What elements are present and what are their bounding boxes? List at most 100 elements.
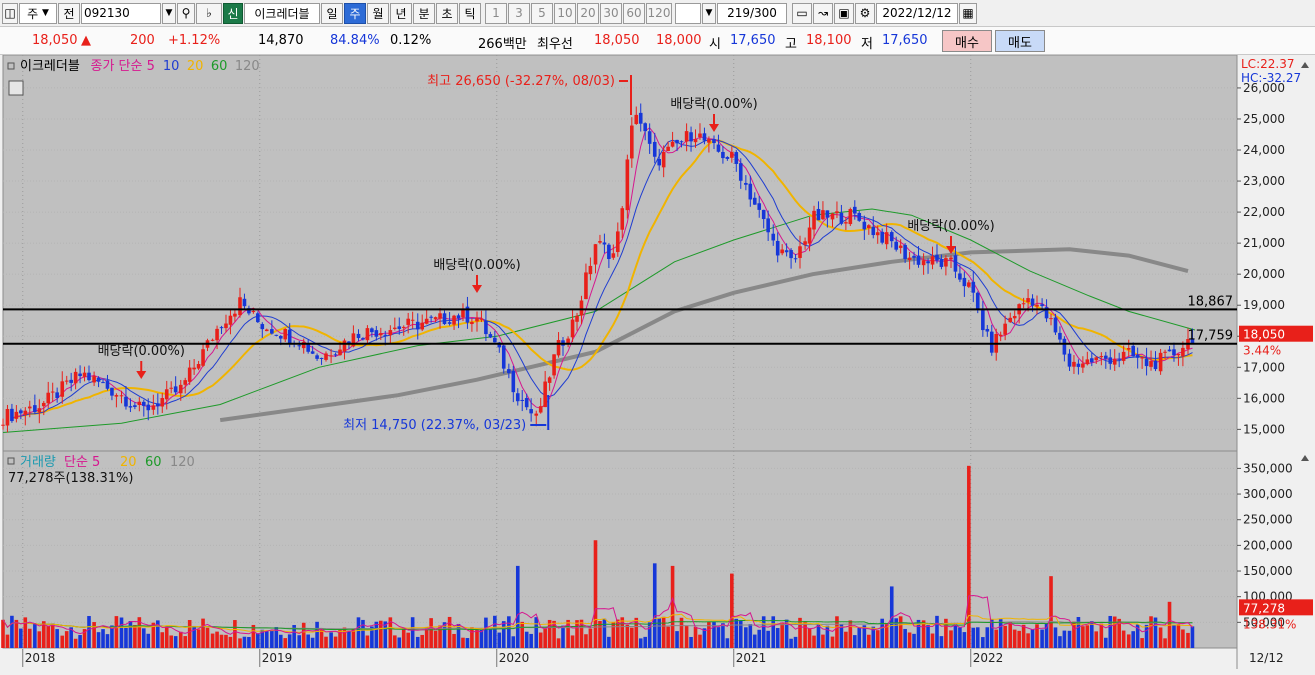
candle-body bbox=[1112, 359, 1117, 365]
candle-body bbox=[141, 401, 146, 406]
volume-bar bbox=[301, 622, 306, 648]
volume-bar bbox=[556, 638, 561, 648]
candle-body bbox=[260, 324, 265, 330]
volume-bar bbox=[1049, 576, 1053, 648]
interval-button[interactable]: 3 bbox=[508, 2, 530, 24]
candle-body bbox=[652, 141, 657, 157]
period-tab[interactable]: 초 bbox=[436, 2, 458, 24]
candle-body bbox=[666, 146, 670, 151]
buy-button[interactable]: 매수 bbox=[942, 30, 992, 52]
candle-type-icon[interactable]: ▭ bbox=[792, 2, 812, 24]
custom-interval-input[interactable] bbox=[675, 2, 701, 24]
period-tab[interactable]: 일 bbox=[321, 2, 343, 24]
period-tab-active[interactable]: 주 bbox=[344, 2, 366, 24]
sell-button[interactable]: 매도 bbox=[995, 30, 1045, 52]
interval-button[interactable]: 120 bbox=[646, 2, 672, 24]
trade-amount: 266백만 bbox=[478, 37, 527, 52]
hc-label: HC:-32.27 bbox=[1241, 71, 1301, 85]
interval-button[interactable]: 5 bbox=[531, 2, 553, 24]
volume-bar bbox=[994, 629, 999, 648]
volume-bar bbox=[87, 616, 91, 648]
volume-bar bbox=[857, 627, 862, 648]
volume-bar bbox=[73, 638, 78, 648]
period-tab[interactable]: 틱 bbox=[459, 2, 481, 24]
interval-button[interactable]: 20 bbox=[577, 2, 599, 24]
period-tab[interactable]: 분 bbox=[413, 2, 435, 24]
volume-bar bbox=[652, 563, 657, 648]
volume-bar bbox=[638, 638, 643, 648]
candle-body bbox=[1099, 356, 1104, 358]
volume-bar bbox=[484, 617, 488, 648]
candle-body bbox=[630, 125, 634, 159]
candle-body bbox=[547, 377, 552, 383]
interval-button[interactable]: 1 bbox=[485, 2, 507, 24]
chart-area[interactable]: 15,00016,00017,00018,00019,00020,00021,0… bbox=[0, 54, 1315, 675]
candle-body bbox=[1049, 318, 1053, 320]
volume-bar bbox=[962, 632, 967, 648]
prev-button[interactable]: 전 bbox=[58, 2, 80, 24]
candle-body bbox=[238, 297, 242, 316]
candle-body bbox=[173, 386, 178, 393]
candle-body bbox=[916, 255, 921, 265]
volume-bar bbox=[1126, 634, 1131, 648]
candle-body bbox=[607, 244, 611, 260]
window-menu-icon[interactable]: ◫ bbox=[2, 2, 18, 24]
candle-body bbox=[151, 405, 156, 410]
candle-body bbox=[830, 213, 835, 220]
volume-bar bbox=[1008, 621, 1013, 648]
code-dropdown-icon[interactable]: ▼ bbox=[162, 2, 176, 24]
volume-bar bbox=[734, 618, 739, 648]
line-tool-icon[interactable]: ↝ bbox=[813, 2, 833, 24]
data-table-icon bbox=[8, 80, 24, 96]
candle-body bbox=[1012, 315, 1017, 319]
period-tab[interactable]: 월 bbox=[367, 2, 389, 24]
volume-bar bbox=[1040, 629, 1044, 648]
low-label: 저 bbox=[861, 37, 873, 52]
candle-body bbox=[319, 357, 324, 359]
custom-interval-dropdown-icon[interactable]: ▼ bbox=[702, 2, 716, 24]
interval-button[interactable]: 30 bbox=[600, 2, 622, 24]
stock-chart-svg[interactable]: 15,00016,00017,00018,00019,00020,00021,0… bbox=[0, 54, 1315, 675]
volume-bar bbox=[315, 621, 319, 648]
dividend-label: 배당락(0.00%) bbox=[907, 219, 994, 234]
volume-bar bbox=[981, 637, 985, 648]
volume-bar bbox=[461, 637, 465, 648]
bar-count-field[interactable]: 219/300 bbox=[717, 2, 787, 24]
volume-bar bbox=[124, 627, 128, 648]
save-icon[interactable]: ▣ bbox=[834, 2, 854, 24]
volume-bar bbox=[1030, 629, 1035, 648]
candle-body bbox=[1008, 317, 1013, 323]
volume-bar bbox=[748, 624, 753, 648]
turnover-rate: 0.12% bbox=[390, 33, 432, 48]
volume-bar bbox=[789, 638, 793, 648]
calendar-icon[interactable]: ▦ bbox=[959, 2, 977, 24]
search-icon[interactable]: ⚲ bbox=[177, 2, 195, 24]
toolbar: ◫ 주 ▼ 전 092130 ▼ ⚲ ♭ 신 이크레더블 일 주 월 년 분 초… bbox=[0, 0, 1315, 27]
candle-body bbox=[803, 241, 807, 245]
candle-body bbox=[96, 377, 101, 382]
market-select[interactable]: 주 ▼ bbox=[19, 2, 57, 24]
volume-bar bbox=[1085, 625, 1090, 648]
date-input[interactable]: 2022/12/12 bbox=[876, 2, 958, 24]
volume-bar bbox=[1035, 624, 1039, 648]
volume-tick-label: 200,000 bbox=[1243, 538, 1293, 552]
period-tab[interactable]: 년 bbox=[390, 2, 412, 24]
candle-body bbox=[19, 410, 23, 414]
candle-body bbox=[310, 351, 315, 354]
volume-bar bbox=[33, 623, 37, 648]
interval-button[interactable]: 60 bbox=[623, 2, 645, 24]
sound-icon[interactable]: ♭ bbox=[196, 2, 222, 24]
volume-bar bbox=[798, 617, 802, 648]
volume-bar bbox=[27, 628, 32, 648]
interval-button[interactable]: 10 bbox=[554, 2, 576, 24]
candle-body bbox=[926, 261, 930, 264]
stock-code-input[interactable]: 092130 bbox=[81, 2, 161, 24]
volume-bar bbox=[1163, 638, 1167, 648]
volume-bar bbox=[738, 620, 743, 648]
candle-body bbox=[433, 317, 438, 320]
candle-body bbox=[456, 315, 461, 319]
volume-tick-label: 150,000 bbox=[1243, 564, 1293, 578]
settings-gear-icon[interactable]: ⚙ bbox=[855, 2, 875, 24]
price-tick-label: 21,000 bbox=[1243, 236, 1285, 250]
volume-bar bbox=[5, 634, 10, 648]
